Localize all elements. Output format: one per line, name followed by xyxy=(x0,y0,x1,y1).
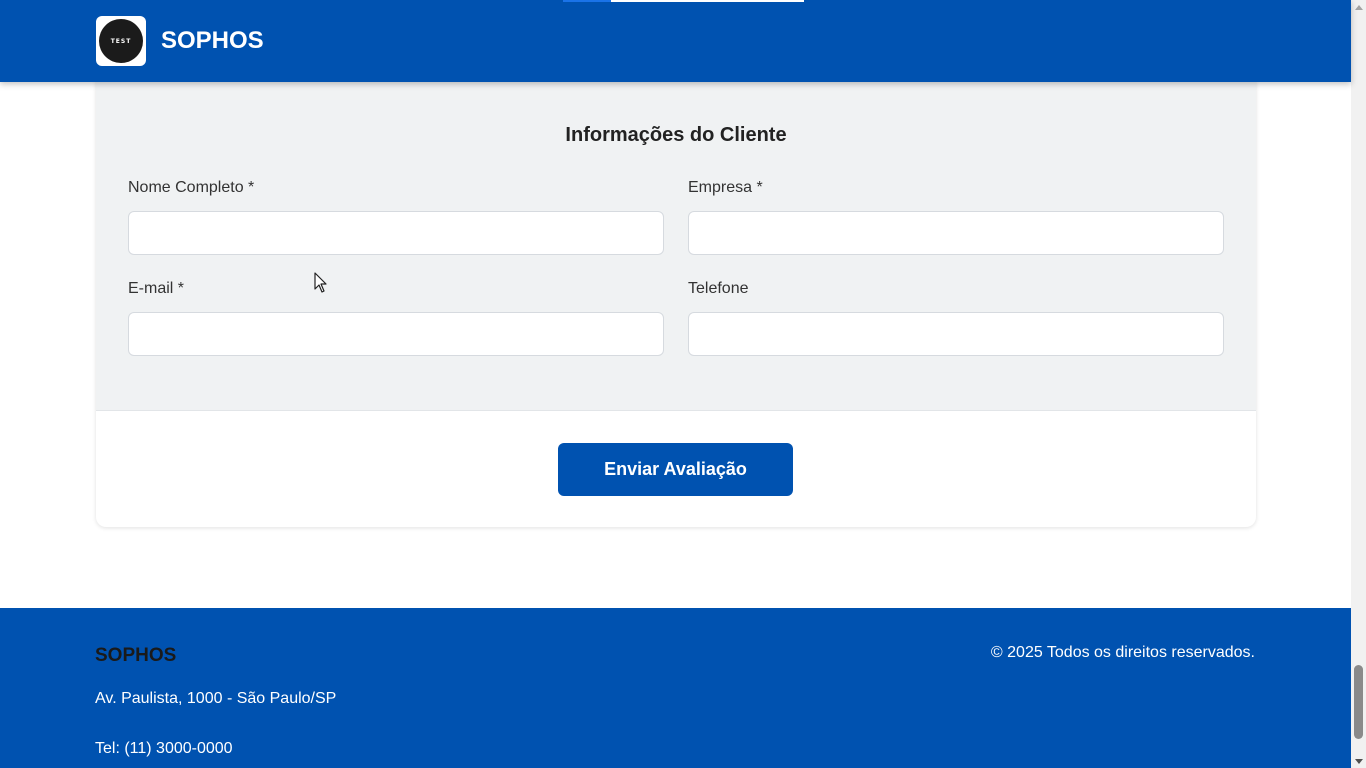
company-field: Empresa * xyxy=(688,178,1224,255)
vertical-scrollbar[interactable] xyxy=(1351,0,1366,768)
evaluation-form-card: Informações do Cliente Nome Completo * E… xyxy=(96,70,1256,527)
progress-track xyxy=(563,0,804,2)
section-title: Informações do Cliente xyxy=(565,124,787,146)
email-input[interactable] xyxy=(128,312,664,356)
progress-fill xyxy=(563,0,612,2)
scroll-thumb[interactable] xyxy=(1354,665,1363,739)
email-label: E-mail * xyxy=(128,280,185,297)
scroll-up-arrow-icon[interactable] xyxy=(1351,0,1366,14)
page: TEST SOPHOS Informações do Cliente Nome … xyxy=(0,0,1351,768)
phone-field: Telefone xyxy=(688,279,1224,356)
browser-viewport: TEST SOPHOS Informações do Cliente Nome … xyxy=(0,0,1366,768)
mouse-cursor-icon xyxy=(314,272,327,293)
footer-copyright: © 2025 Todos os direitos reservados. xyxy=(990,644,1255,661)
email-field: E-mail * xyxy=(128,279,664,356)
footer-phone: Tel: (11) 3000-0000 xyxy=(95,740,233,757)
brand-name[interactable]: SOPHOS xyxy=(161,26,264,56)
phone-label: Telefone xyxy=(688,280,749,297)
full-name-field: Nome Completo * xyxy=(128,178,664,255)
site-footer: SOPHOS Av. Paulista, 1000 - São Paulo/SP… xyxy=(0,608,1351,768)
footer-brand: SOPHOS xyxy=(95,645,177,666)
client-info-section: Informações do Cliente Nome Completo * E… xyxy=(96,70,1256,411)
site-header: TEST SOPHOS xyxy=(0,0,1351,82)
full-name-input[interactable] xyxy=(128,211,664,255)
full-name-label: Nome Completo * xyxy=(128,179,255,196)
logo-circle: TEST xyxy=(99,19,143,63)
footer-address: Av. Paulista, 1000 - São Paulo/SP xyxy=(95,690,337,707)
scroll-down-arrow-icon[interactable] xyxy=(1351,754,1366,768)
company-input[interactable] xyxy=(688,211,1224,255)
logo-text: TEST xyxy=(110,37,132,45)
company-label: Empresa * xyxy=(688,179,763,196)
phone-input[interactable] xyxy=(688,312,1224,356)
submit-evaluation-button[interactable]: Enviar Avaliação xyxy=(558,443,793,496)
logo-icon[interactable]: TEST xyxy=(96,16,146,66)
